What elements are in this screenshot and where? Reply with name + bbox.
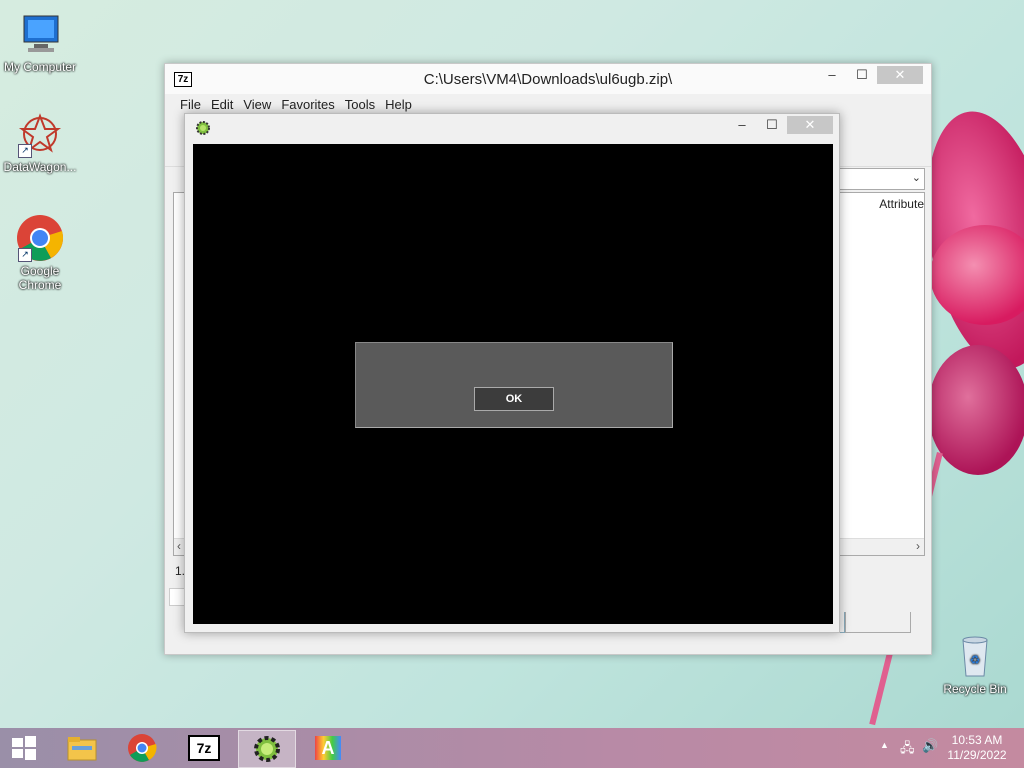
svg-text:♻: ♻	[970, 653, 981, 667]
chevron-left-icon[interactable]: ‹	[177, 539, 181, 553]
ok-button[interactable]: OK	[474, 387, 554, 411]
chevron-down-icon: ⌄	[911, 172, 921, 184]
column-header-attributes[interactable]: Attribute	[879, 197, 924, 211]
address-combo[interactable]: ⌄	[837, 168, 925, 190]
clock[interactable]: 10:53 AM 11/29/2022	[942, 733, 1012, 763]
sevenzip-icon: 7z	[188, 735, 220, 761]
start-button[interactable]	[0, 730, 48, 766]
computer-icon	[16, 10, 64, 58]
maximize-button[interactable]: ☐	[847, 66, 877, 84]
chrome-icon: ↗	[16, 214, 64, 262]
taskbar-google-chrome[interactable]	[114, 730, 170, 766]
chrome-icon	[128, 734, 157, 762]
app-canvas[interactable]: OK	[193, 144, 833, 624]
volume-icon[interactable]: 🔊	[922, 738, 938, 754]
dialog-button-bottom-2[interactable]	[845, 612, 911, 633]
taskbar-gear-app[interactable]	[238, 730, 296, 768]
minimize-button[interactable]: –	[817, 66, 847, 84]
taskbar-file-explorer[interactable]	[54, 730, 110, 766]
taskbar: 7z A ▲ 🖧 🔊 10:53 AM 11/29/2022	[0, 728, 1024, 768]
app-window: – ☐ ✕ OK	[184, 113, 840, 633]
font-app-icon: A	[315, 736, 341, 760]
close-button[interactable]: ✕	[787, 116, 833, 134]
close-button[interactable]: ✕	[877, 66, 923, 84]
app-titlebar[interactable]: – ☐ ✕	[185, 114, 839, 142]
desktop-icon-label: DataWagon...	[3, 160, 77, 174]
gear-icon	[195, 120, 211, 141]
clock-date: 11/29/2022	[947, 748, 1007, 762]
folder-icon	[67, 737, 97, 761]
maximize-button[interactable]: ☐	[757, 116, 787, 134]
datawagon-icon: ↗	[16, 110, 64, 158]
network-icon[interactable]: 🖧	[900, 739, 915, 761]
system-tray: ▲ 🖧 🔊 10:53 AM 11/29/2022	[864, 728, 1024, 768]
desktop-icon-label: My Computer	[3, 60, 77, 74]
recycle-bin-icon: ♻	[951, 632, 999, 680]
taskbar-7zip[interactable]: 7z	[176, 730, 232, 766]
minimize-button[interactable]: –	[727, 116, 757, 134]
clock-time: 10:53 AM	[951, 733, 1003, 747]
taskbar-font-app[interactable]: A	[300, 730, 356, 766]
gear-icon	[254, 736, 280, 762]
desktop-icon-google-chrome[interactable]: ↗ Google Chrome	[0, 214, 80, 292]
desktop-icon-my-computer[interactable]: My Computer	[0, 10, 80, 74]
chevron-up-icon[interactable]: ▲	[880, 740, 889, 750]
desktop-icon-label: Google Chrome	[18, 264, 62, 292]
desktop-icon-label: Recycle Bin	[943, 682, 1007, 696]
desktop-icon-datawagon[interactable]: ↗ DataWagon...	[0, 110, 80, 174]
sevenzip-titlebar[interactable]: 7z C:\Users\VM4\Downloads\ul6ugb.zip\ – …	[165, 64, 931, 94]
message-dialog: OK	[355, 342, 673, 428]
windows-icon	[12, 736, 36, 760]
chevron-right-icon[interactable]: ›	[916, 539, 920, 553]
desktop-icon-recycle-bin[interactable]: ♻ Recycle Bin	[935, 632, 1015, 696]
